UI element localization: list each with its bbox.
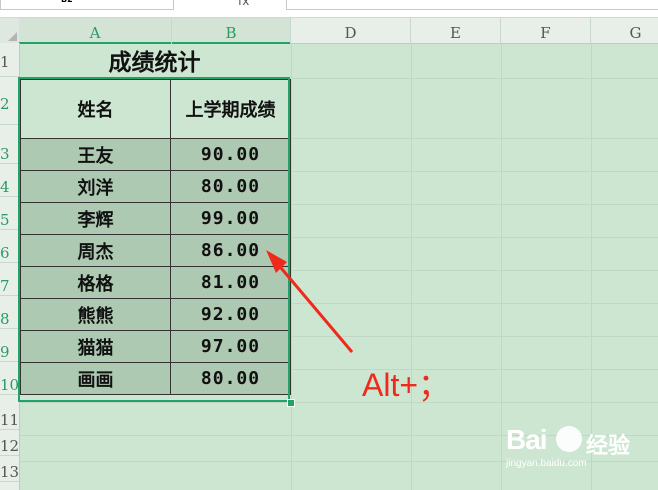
table-row: 李辉 99.00: [20, 202, 291, 235]
watermark-url: jingyan.baidu.com: [506, 458, 587, 469]
column-header-g[interactable]: G: [591, 18, 658, 43]
column-header-d[interactable]: D: [291, 18, 411, 43]
table-row: 猫猫 97.00: [20, 330, 291, 363]
grid-line: [19, 402, 658, 403]
watermark-brand-suffix: 经验: [586, 434, 631, 459]
name-cell[interactable]: 熊熊: [20, 298, 171, 331]
score-cell[interactable]: 92.00: [170, 298, 291, 331]
header-cell-name[interactable]: 姓名: [20, 79, 171, 139]
name-cell[interactable]: 王友: [20, 138, 171, 171]
grid-line: [501, 43, 502, 490]
table-row: 刘洋 80.00: [20, 170, 291, 203]
column-header-b[interactable]: B: [172, 18, 291, 44]
name-cell[interactable]: 刘洋: [20, 170, 171, 203]
score-cell[interactable]: 97.00: [170, 330, 291, 363]
column-header-a[interactable]: A: [19, 18, 172, 44]
score-cell[interactable]: 81.00: [170, 266, 291, 299]
grid-line: [411, 43, 412, 490]
name-cell[interactable]: 猫猫: [20, 330, 171, 363]
row-header-11[interactable]: 11: [0, 411, 19, 430]
row-header-2[interactable]: 2: [0, 95, 19, 125]
header-cell-score[interactable]: 上学期成绩: [170, 79, 291, 139]
row-header-9[interactable]: 9: [0, 343, 19, 362]
score-cell[interactable]: 80.00: [170, 170, 291, 203]
fill-handle[interactable]: [287, 399, 295, 407]
row-header-bar: 1 2 3 4 5 6 7 8 9 10 11 12 13: [0, 43, 20, 490]
score-cell[interactable]: 99.00: [170, 202, 291, 235]
fx-icon[interactable]: fx: [238, 0, 249, 8]
score-table: 姓名 上学期成绩 王友 90.00 刘洋 80.00 李辉 99.00 周杰 8…: [20, 79, 291, 395]
name-cell[interactable]: 李辉: [20, 202, 171, 235]
row-header-7[interactable]: 7: [0, 277, 19, 296]
paw-logo-icon: [556, 426, 582, 452]
formula-input[interactable]: [286, 0, 658, 10]
score-cell[interactable]: 90.00: [170, 138, 291, 171]
name-box[interactable]: B2: [0, 0, 174, 10]
row-header-3[interactable]: 3: [0, 145, 19, 164]
row-header-1[interactable]: 1: [0, 53, 19, 77]
score-cell[interactable]: 80.00: [170, 362, 291, 395]
baidu-watermark: Bai 经验 jingyan.baidu.com: [506, 424, 656, 474]
column-header-e[interactable]: E: [411, 18, 501, 43]
name-box-value: B2: [61, 0, 73, 4]
table-row: 周杰 86.00: [20, 234, 291, 267]
grid-line: [591, 43, 592, 490]
row-header-12[interactable]: 12: [0, 437, 19, 456]
annotation-text: Alt+；: [362, 367, 451, 403]
column-header-f[interactable]: F: [501, 18, 591, 43]
watermark-brand: Bai: [506, 424, 548, 455]
grid-line: [291, 43, 292, 490]
name-cell[interactable]: 格格: [20, 266, 171, 299]
row-header-6[interactable]: 6: [0, 244, 19, 263]
table-row: 画画 80.00: [20, 362, 291, 395]
table-row: 熊熊 92.00: [20, 298, 291, 331]
row-header-4[interactable]: 4: [0, 178, 19, 197]
select-all-corner[interactable]: [0, 18, 20, 43]
name-cell[interactable]: 画画: [20, 362, 171, 395]
score-cell[interactable]: 86.00: [170, 234, 291, 267]
table-header-row: 姓名 上学期成绩: [20, 79, 291, 139]
row-header-8[interactable]: 8: [0, 310, 19, 329]
name-cell[interactable]: 周杰: [20, 234, 171, 267]
row-header-13[interactable]: 13: [0, 463, 19, 482]
table-row: 格格 81.00: [20, 266, 291, 299]
sheet-title-cell[interactable]: 成绩统计: [19, 45, 290, 78]
formula-bar: B2 fx: [0, 0, 658, 18]
row-header-10[interactable]: 10: [0, 376, 19, 395]
row-header-5[interactable]: 5: [0, 211, 19, 230]
table-row: 王友 90.00: [20, 138, 291, 171]
